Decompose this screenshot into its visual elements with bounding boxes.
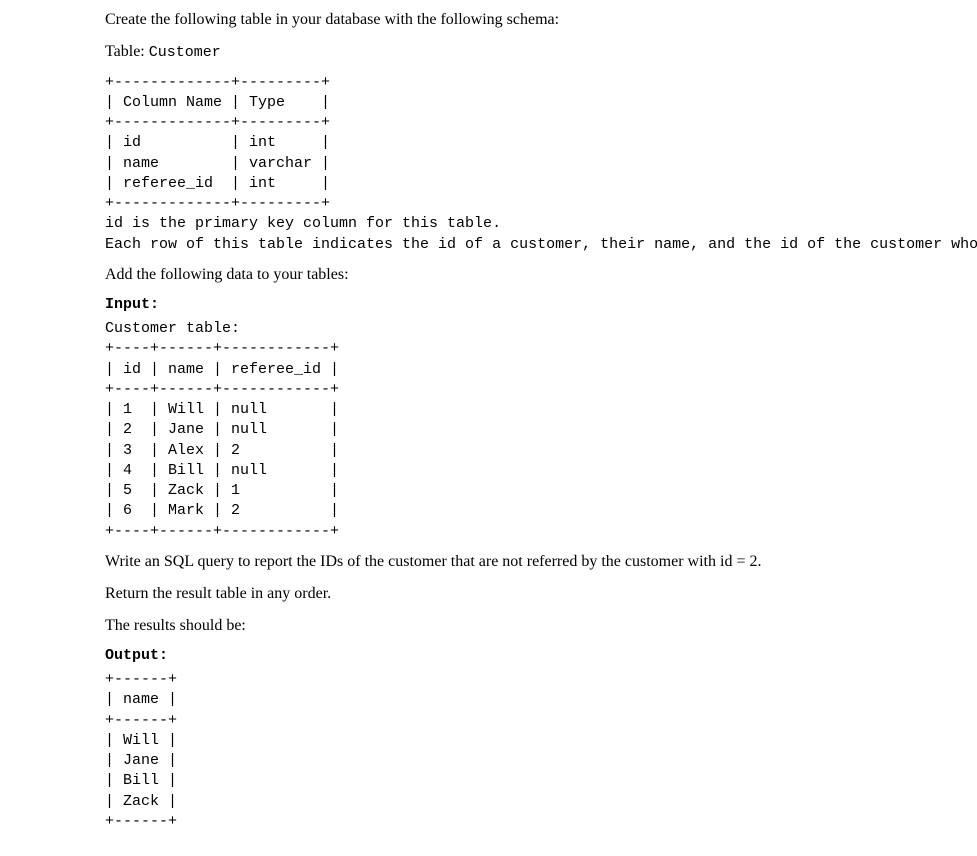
- table-label: Table:: [105, 43, 149, 60]
- table-line: Table: Customer: [105, 40, 872, 65]
- table-name: Customer: [149, 44, 221, 61]
- output-block: +------+ | name | +------+ | Will | | Ja…: [105, 670, 872, 832]
- input-block: Customer table: +----+------+-----------…: [105, 319, 872, 542]
- output-label: Output:: [105, 646, 872, 666]
- query-prompt: Write an SQL query to report the IDs of …: [105, 550, 872, 574]
- return-order: Return the result table in any order.: [105, 582, 872, 606]
- intro-text: Create the following table in your datab…: [105, 8, 872, 32]
- schema-block: +-------------+---------+ | Column Name …: [105, 73, 872, 255]
- add-data-text: Add the following data to your tables:: [105, 263, 872, 287]
- input-label: Input:: [105, 295, 872, 315]
- results-intro: The results should be:: [105, 614, 872, 638]
- problem-content: Create the following table in your datab…: [0, 8, 977, 856]
